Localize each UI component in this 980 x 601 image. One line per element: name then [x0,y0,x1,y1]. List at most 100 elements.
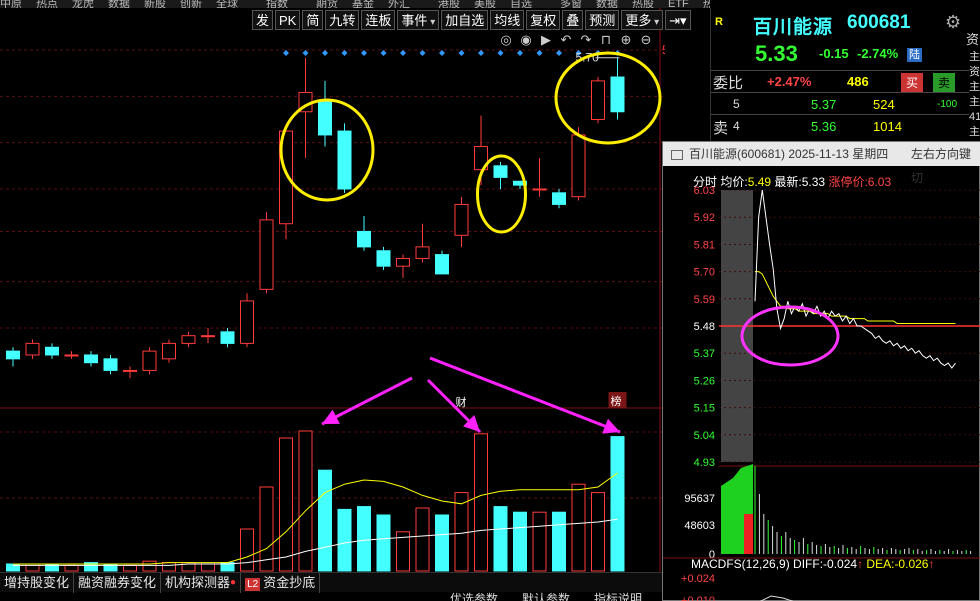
candle-body[interactable] [493,165,508,178]
intraday-popup[interactable]: 百川能源(600681) 2025-11-13 星期四 左右方向键切 6.03 5… [662,141,980,601]
volume-bar[interactable] [64,564,79,572]
toolbar-button-1[interactable]: 发 [252,10,274,30]
top-menu-item[interactable]: ETF [668,0,689,8]
candle-body[interactable] [45,346,59,356]
kline-chart[interactable]: 5.825.355.70财榜 [0,8,665,572]
candle-body[interactable] [337,130,352,190]
toolbar-button-11[interactable]: 预测 [585,10,620,30]
volume-bar[interactable] [376,514,391,572]
lock-icon[interactable]: ⊓ [598,32,614,48]
top-menu-item[interactable]: 新股 [144,0,166,8]
param-tab[interactable]: 指标说明 [594,592,642,601]
redo-icon[interactable]: ↷ [578,32,594,48]
volume-bar[interactable] [454,492,469,572]
event-marker[interactable] [341,50,348,56]
toolbar-button-7[interactable]: 加自选 [441,10,489,30]
candle-body[interactable] [240,300,254,344]
toolbar-button-3[interactable]: 简 [302,10,324,30]
top-menu-item[interactable]: 指数 [266,0,288,8]
volume-bar[interactable] [279,437,293,572]
toolbar-button-12[interactable]: 更多 [621,10,664,30]
volume-bar[interactable] [201,563,215,572]
volume-bar[interactable] [142,560,157,572]
candle-body[interactable] [201,335,215,338]
event-marker[interactable] [419,50,426,56]
intraday-chart[interactable]: 6.03 5.92 5.81 5.70 5.59 5.48 5.37 5.26 5.15 5.04… [663,166,980,601]
toolbar-button-5[interactable]: 连板 [361,10,396,30]
candle-body[interactable] [454,203,469,236]
buy-button[interactable]: 买 [901,73,924,92]
zoom-out-icon[interactable]: ⊖ [638,32,654,48]
zoom-in-icon[interactable]: ⊕ [618,32,634,48]
undo-icon[interactable]: ↶ [558,32,574,48]
indicator-tab[interactable]: 增持股变化 [0,573,75,593]
toolbar-button-9[interactable]: 复权 [526,10,561,30]
finance-marker[interactable]: 财 [456,395,467,409]
candle-body[interactable] [259,219,274,290]
candle-body[interactable] [6,350,20,360]
candle-body[interactable] [318,99,332,136]
top-menu-item[interactable]: 热点 [36,0,58,8]
top-menu-item[interactable]: 自选 [510,0,532,8]
param-tab[interactable]: 默认参数 [522,592,570,601]
top-menu-item[interactable]: 期货 [316,0,338,8]
top-menu-item[interactable]: 多窗 [560,0,582,8]
event-marker[interactable] [517,50,523,56]
event-marker[interactable] [478,50,484,56]
volume-bar[interactable] [591,492,605,572]
event-marker[interactable] [439,50,445,56]
param-tab[interactable]: 优选参数 [450,592,498,601]
candle-body[interactable] [220,331,235,344]
event-marker[interactable] [536,50,543,56]
toolbar-button-8[interactable]: 均线 [490,10,525,30]
top-menu-bar[interactable]: 中原 热点 龙虎 数据 新股 创新 全球 指数 期货 基金 外汇 港股 美股 自选 多窗 数据 热股 ETF 热搜 [0,0,710,8]
top-menu-item[interactable]: 数据 [596,0,618,8]
toolbar-button-10[interactable]: 叠 [562,10,584,30]
volume-bar[interactable] [532,511,547,572]
event-marker[interactable] [283,50,289,56]
event-marker[interactable] [380,50,387,56]
top-menu-item[interactable]: 港股 [438,0,460,8]
candle-body[interactable] [123,369,137,372]
popup-title-bar[interactable]: 百川能源(600681) 2025-11-13 星期四 左右方向键切 [663,142,980,185]
volume-bar[interactable] [571,483,586,572]
volume-bar[interactable] [474,433,488,572]
indicator-tab[interactable]: 机构探测器● [161,573,242,593]
event-marker[interactable] [322,50,328,56]
volume-bar[interactable] [123,564,137,572]
top-menu-item[interactable]: 基金 [352,0,374,8]
candle-body[interactable] [357,230,371,248]
event-marker[interactable] [497,50,504,56]
volume-bar[interactable] [337,508,352,572]
candle-body[interactable] [415,246,430,259]
candle-body[interactable] [610,76,625,113]
candle-body[interactable] [532,188,547,191]
candle-body[interactable] [103,358,118,371]
candle-body[interactable] [64,354,79,357]
top-menu-item[interactable]: 创新 [180,0,202,8]
top-menu-item[interactable]: 龙虎 [72,0,94,8]
candle-body[interactable] [181,335,196,344]
toolbar-expand-button[interactable]: ⇥▾ [665,10,691,30]
top-menu-item[interactable]: 中原 [0,0,22,8]
toolbar-button-6[interactable]: 事件 [397,10,440,30]
candle-body[interactable] [84,354,98,364]
volume-bar[interactable] [415,507,430,572]
event-marker[interactable] [458,50,465,56]
candle-body[interactable] [376,250,391,267]
volume-bar[interactable] [552,511,566,572]
candle-body[interactable] [571,134,586,198]
candle-body[interactable] [552,192,566,205]
candle-body[interactable] [25,342,40,356]
top-menu-item[interactable]: 热搜 [703,0,710,8]
volume-bar[interactable] [162,562,176,572]
indicator-tab[interactable]: 融资融券变化 [74,573,162,593]
toolbar-button-4[interactable]: 九转 [325,10,360,30]
candle-body[interactable] [142,350,157,371]
volume-bar[interactable] [318,469,332,572]
top-menu-item[interactable]: 美股 [474,0,496,8]
sell-button[interactable]: 卖 [933,73,956,92]
candle-body[interactable] [396,257,410,267]
indicator-tab[interactable]: L2 资金抄底 [241,573,321,593]
candle-body[interactable] [162,342,176,360]
